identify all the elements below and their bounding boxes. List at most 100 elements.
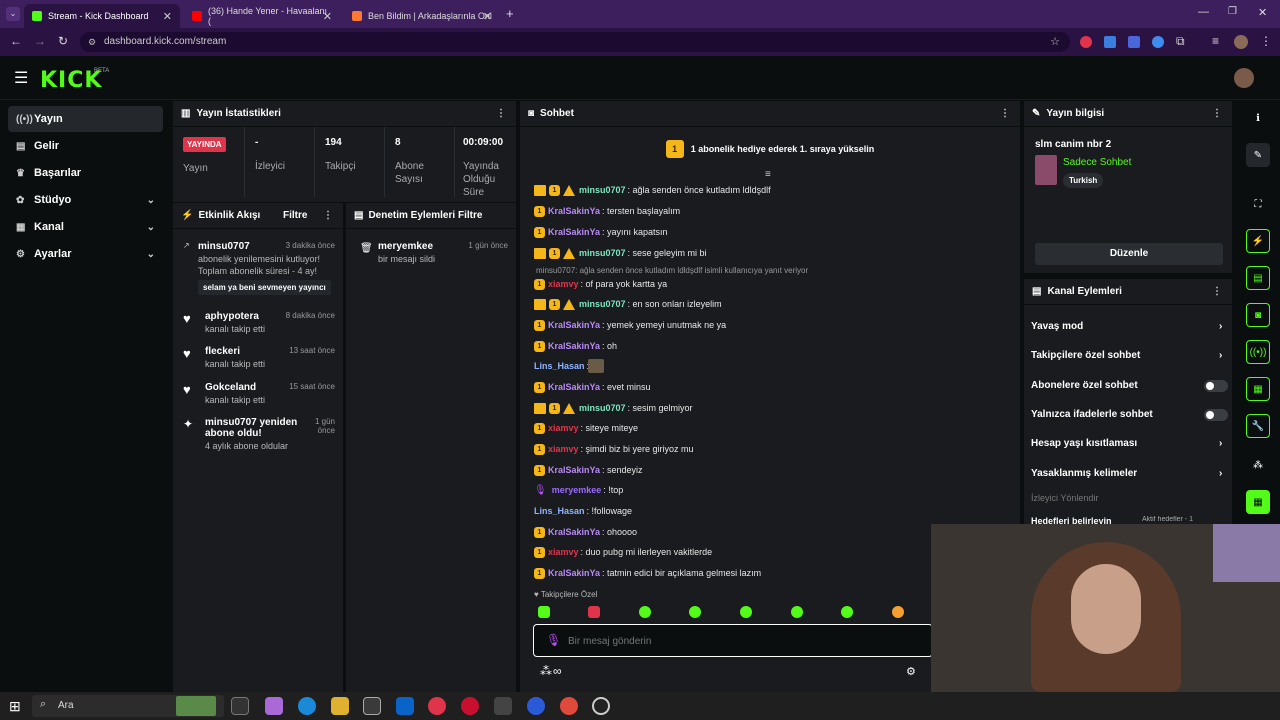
app-icon[interactable]	[494, 697, 512, 715]
back-icon[interactable]: ←	[10, 34, 22, 48]
chat-username[interactable]: KralSakinYa	[548, 206, 600, 216]
emote-icon[interactable]	[740, 606, 752, 618]
channel-icon[interactable]: ▦	[1246, 377, 1270, 401]
subscribers-only-toggle[interactable]	[1204, 380, 1228, 392]
close-icon[interactable]: ✕	[323, 10, 332, 23]
chat-username[interactable]: xiamvy	[548, 279, 579, 289]
pinned-icon[interactable]: ≡	[765, 169, 771, 180]
sidebar-item-kanal[interactable]: ▦ Kanal ⌄	[8, 214, 163, 240]
list-icon[interactable]: ▤	[1246, 266, 1270, 290]
sidebar-item-yayin[interactable]: ((•)) Yayın	[8, 106, 163, 132]
outlook-icon[interactable]	[396, 697, 414, 715]
action-account-age[interactable]: Hesap yaşı kısıtlaması ›	[1031, 438, 1222, 449]
action-banned-words[interactable]: Yasaklanmış kelimeler ›	[1031, 468, 1222, 479]
tab-youtube[interactable]: (36) Hande Yener - Havaalanı ( ✕	[184, 4, 340, 28]
media-icon[interactable]: ≡	[1212, 34, 1219, 48]
info-icon[interactable]: ℹ	[1246, 106, 1270, 130]
more-options-icon[interactable]: ⋮	[496, 108, 506, 119]
emote-icon[interactable]	[841, 606, 853, 618]
bookmark-star-icon[interactable]: ☆	[1050, 32, 1060, 52]
extensions-puzzle-icon[interactable]: ⧉	[1176, 34, 1185, 49]
raid-label[interactable]: İzleyici Yönlendir	[1031, 493, 1098, 503]
edit-button[interactable]: Düzenle	[1035, 243, 1223, 265]
extension-vpn-icon[interactable]	[1152, 36, 1164, 48]
gift-sub-banner[interactable]: 1 1 abonelik hediye ederek 1. sıraya yük…	[520, 131, 1020, 167]
more-options-icon[interactable]: ⋮	[1212, 108, 1222, 119]
more-options-icon[interactable]: ⋮	[1212, 286, 1222, 297]
maximize-icon[interactable]: ❐	[1228, 6, 1237, 17]
more-options-icon[interactable]: ⋮	[1000, 108, 1010, 119]
wrench-icon[interactable]: 🔧	[1246, 414, 1270, 438]
chat-username[interactable]: KralSakinYa	[548, 341, 600, 351]
set-goals-label[interactable]: Hedefleri belirleyin	[1031, 516, 1112, 524]
chat-input[interactable]: 🎙	[533, 624, 933, 657]
chat-username[interactable]: KralSakinYa	[548, 227, 600, 237]
chat-message-input[interactable]	[568, 632, 868, 650]
store-icon[interactable]	[363, 697, 381, 715]
extension-translate-icon[interactable]	[1104, 36, 1116, 48]
minimize-icon[interactable]: —	[1198, 6, 1209, 18]
file-explorer-icon[interactable]	[331, 697, 349, 715]
extension-audio-icon[interactable]	[1128, 36, 1140, 48]
tab-search-icon[interactable]: ⌄	[6, 7, 20, 21]
chat-settings-icon[interactable]: ⚙	[906, 665, 916, 678]
action-followers-only[interactable]: Takipçilere özel sohbet ›	[1031, 350, 1222, 361]
more-options-icon[interactable]: ⋮	[323, 210, 333, 221]
yandex-icon[interactable]	[428, 697, 446, 715]
profile-avatar[interactable]	[1234, 35, 1248, 49]
chat-username[interactable]: KralSakinYa	[548, 320, 600, 330]
site-info-icon[interactable]: ⚙	[88, 32, 96, 52]
emote-icon[interactable]	[639, 606, 651, 618]
points-icon[interactable]: ⁂	[540, 664, 552, 678]
emotes-only-toggle[interactable]	[1204, 409, 1228, 421]
points-icon[interactable]: ⁂	[1246, 453, 1270, 477]
sidebar-item-gelir[interactable]: ▤ Gelir	[8, 133, 163, 159]
sidebar-item-ayarlar[interactable]: ⚙ Ayarlar ⌄	[8, 241, 163, 267]
window-close-icon[interactable]: ✕	[1258, 6, 1267, 19]
obs-icon[interactable]	[592, 697, 610, 715]
chat-icon[interactable]: ◙	[1246, 303, 1270, 327]
extension-red-icon[interactable]	[1080, 36, 1092, 48]
forward-icon[interactable]: →	[34, 34, 46, 48]
chat-username[interactable]: KralSakinYa	[548, 382, 600, 392]
filter-button[interactable]: Filtre	[283, 210, 307, 221]
chrome-alt-icon[interactable]	[527, 697, 545, 715]
sidebar-item-basarilar[interactable]: ♛ Başarılar	[8, 160, 163, 186]
emote-icon[interactable]	[588, 606, 600, 618]
chrome-icon[interactable]	[560, 697, 578, 715]
emote-icon[interactable]	[689, 606, 701, 618]
broadcast-icon[interactable]: ((•))	[1246, 340, 1270, 364]
action-slow-mode[interactable]: Yavaş mod ›	[1031, 321, 1222, 332]
chat-username[interactable]: minsu0707	[579, 185, 626, 195]
user-avatar[interactable]	[1234, 68, 1254, 88]
edge-icon[interactable]	[298, 697, 316, 715]
hamburger-menu-icon[interactable]: ☰	[14, 68, 28, 88]
browser-menu-icon[interactable]: ⋮	[1260, 34, 1272, 48]
chat-username[interactable]: meryemkee	[552, 485, 602, 495]
start-windows-icon[interactable]: ⊞	[9, 698, 21, 715]
chat-username[interactable]: KralSakinYa	[548, 568, 600, 578]
close-icon[interactable]: ✕	[483, 10, 492, 23]
emote-icon[interactable]	[538, 606, 550, 618]
url-bar[interactable]: ⚙ dashboard.kick.com/stream ☆	[80, 32, 1070, 52]
opera-icon[interactable]	[461, 697, 479, 715]
category-name[interactable]: Sadece Sohbet	[1063, 157, 1131, 168]
chat-username[interactable]: Lins_Hasan	[534, 506, 585, 516]
close-icon[interactable]: ✕	[163, 10, 172, 23]
pencil-icon[interactable]: ✎	[1246, 143, 1270, 167]
chat-username[interactable]: xiamvy	[548, 547, 579, 557]
clapper-icon[interactable]: ▦	[1246, 490, 1270, 514]
filter-button[interactable]: Filtre	[458, 210, 482, 221]
new-tab-icon[interactable]: +	[506, 6, 514, 21]
fullscreen-icon[interactable]: ⛶	[1246, 192, 1270, 216]
emote-icon[interactable]	[791, 606, 803, 618]
chat-username[interactable]: xiamvy	[548, 444, 579, 454]
tab-ben-bildim[interactable]: Ben Bildim | Arkadaşlarınla Onl ✕	[344, 4, 500, 28]
reload-icon[interactable]: ↻	[58, 34, 68, 48]
chat-username[interactable]: KralSakinYa	[548, 465, 600, 475]
chat-username[interactable]: xiamvy	[548, 423, 579, 433]
chat-username[interactable]: minsu0707	[579, 403, 626, 413]
emote-icon[interactable]	[892, 606, 904, 618]
chat-username[interactable]: minsu0707	[579, 299, 626, 309]
bolt-icon[interactable]: ⚡	[1246, 229, 1270, 253]
